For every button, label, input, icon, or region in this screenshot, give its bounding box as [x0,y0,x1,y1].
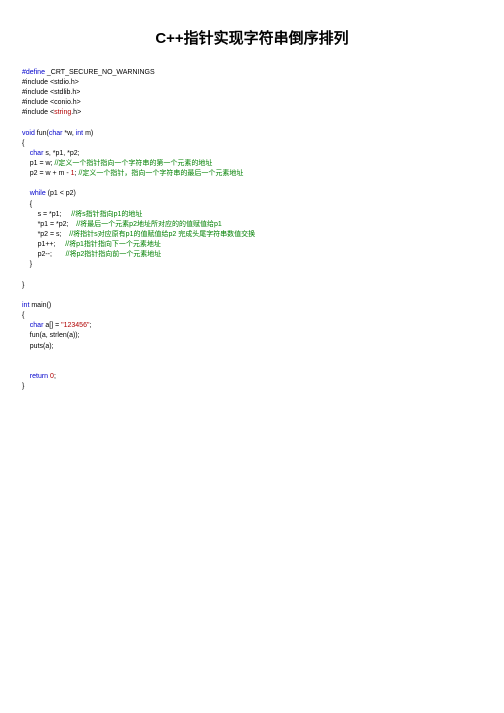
t: p1++; [38,241,66,248]
comment: //将指针s对应原有p1的值赋值给p2 完成头尾字符串数值交换 [69,231,255,238]
brace: { [30,201,32,208]
code-block: #define _CRT_SECURE_NO_WARNINGS #include… [22,68,482,393]
t: puts(a); [30,343,54,350]
brace: } [22,282,24,289]
t: a[] = [43,322,61,329]
t: s, *p1, *p2; [43,150,79,157]
t: main() [29,302,51,309]
comment: //将p1指针指向下一个元素地址 [65,241,161,248]
string-literal: "123456" [61,322,89,329]
kw-char: char [30,150,44,157]
t: (p1 < p2) [46,190,76,197]
t: m) [83,130,93,137]
kw-int: int [76,130,83,137]
t: s = *p1; [38,211,72,218]
t: fun(a, strlen(a)); [30,332,80,339]
t: *p2 = s; [38,231,70,238]
brace: } [22,383,24,390]
t: _CRT_SECURE_NO_WARNINGS [45,69,155,76]
comment: //将s指针指向p1的地址 [71,211,142,218]
t: #include <conio.h> [22,99,81,106]
kw-char: char [30,322,44,329]
t: ; [89,322,91,329]
comment: //将最后一个元素p2地址所对应的的值赋值给p1 [76,221,221,228]
brace: { [22,140,24,147]
kw-define: #define [22,69,45,76]
t: p1 = w; [30,160,55,167]
t: #include <stdio.h> [22,79,79,86]
t: #include < [22,109,54,116]
kw-return: return [30,373,48,380]
t: *w, [62,130,75,137]
comment: //定义一个指针指向一个字符串的第一个元素的地址 [55,160,213,167]
t: p2 = w + m - [30,170,71,177]
page-title: C++指针实现字符串倒序排列 [22,28,482,50]
t: ; [54,373,56,380]
kw-char: char [49,130,63,137]
kw-while: while [30,190,46,197]
brace: { [22,312,24,319]
document-page: C++指针实现字符串倒序排列 #define _CRT_SECURE_NO_WA… [0,0,504,420]
t: #include <stdlib.h> [22,89,80,96]
brace: } [30,261,32,268]
t: *p1 = *p2; [38,221,77,228]
comment: //定义一个指针，指向一个字符串的最后一个元素地址 [78,170,243,177]
t: p2--; [38,251,66,258]
kw-void: void [22,130,35,137]
t: fun( [35,130,49,137]
t: .h> [71,109,81,116]
comment: //将p2指针指向前一个元素地址 [66,251,162,258]
hdr-string: string [54,109,71,116]
